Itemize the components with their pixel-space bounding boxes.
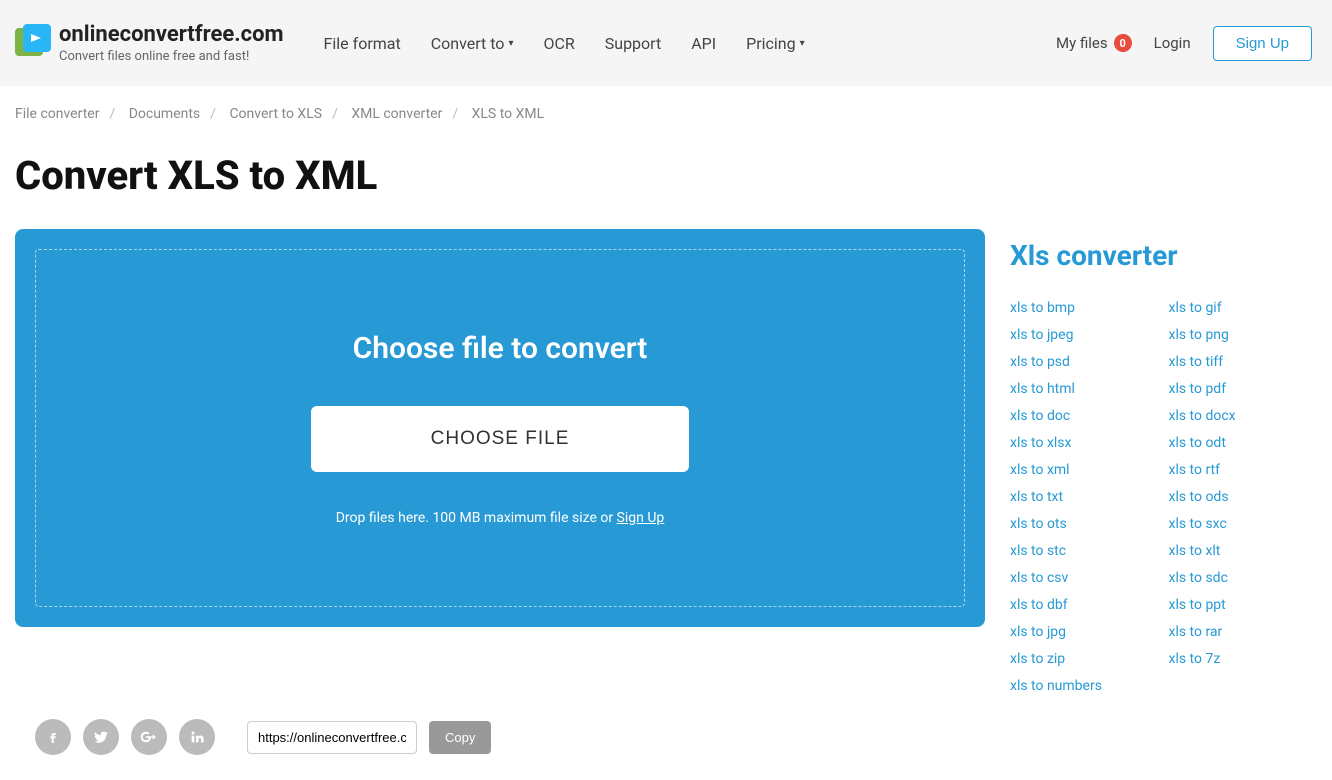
breadcrumb-item[interactable]: Convert to XLS [229, 106, 322, 122]
sidebar-link[interactable] [1169, 678, 1318, 694]
chevron-down-icon: ▾ [800, 38, 805, 49]
sidebar-link[interactable]: xls to tiff [1169, 354, 1318, 370]
sidebar-link[interactable]: xls to psd [1010, 354, 1159, 370]
nav-convert-to[interactable]: Convert to▾ [431, 34, 514, 53]
sidebar-link[interactable]: xls to png [1169, 327, 1318, 343]
breadcrumb: File converter/ Documents/ Convert to XL… [0, 86, 1332, 132]
sidebar-link[interactable]: xls to xlsx [1010, 435, 1159, 451]
share-url-input[interactable] [247, 721, 417, 754]
copy-button[interactable]: Copy [429, 721, 491, 754]
signup-hint-link[interactable]: Sign Up [617, 510, 665, 526]
nav-ocr[interactable]: OCR [543, 34, 574, 53]
twitter-icon[interactable] [83, 719, 119, 755]
sidebar-link[interactable]: xls to numbers [1010, 678, 1159, 694]
nav-api[interactable]: API [691, 34, 716, 53]
nav-pricing[interactable]: Pricing▾ [746, 34, 805, 53]
chevron-down-icon: ▾ [508, 38, 513, 49]
sidebar-link[interactable]: xls to xml [1010, 462, 1159, 478]
sidebar-link[interactable]: xls to pdf [1169, 381, 1318, 397]
sidebar-link[interactable]: xls to sxc [1169, 516, 1318, 532]
googleplus-icon[interactable] [131, 719, 167, 755]
logo-tagline: Convert files online free and fast! [59, 49, 284, 64]
sidebar-link[interactable]: xls to xlt [1169, 543, 1318, 559]
site-header: onlineconvertfree.com Convert files onli… [0, 0, 1332, 86]
breadcrumb-item[interactable]: XML converter [351, 106, 442, 122]
logo[interactable]: onlineconvertfree.com Convert files onli… [15, 22, 284, 64]
sidebar-link[interactable]: xls to rar [1169, 624, 1318, 640]
dropzone-inner: Choose file to convert CHOOSE FILE Drop … [35, 249, 965, 607]
my-files-link[interactable]: My files 0 [1056, 34, 1132, 52]
logo-icon [15, 24, 51, 60]
sidebar-links: xls to bmp xls to gif xls to jpeg xls to pn… [1010, 300, 1317, 694]
sidebar-link[interactable]: xls to rtf [1169, 462, 1318, 478]
page-title: Convert XLS to XML [0, 132, 1332, 229]
breadcrumb-item[interactable]: Documents [129, 106, 200, 122]
sidebar-link[interactable]: xls to zip [1010, 651, 1159, 667]
breadcrumb-item: XLS to XML [472, 106, 545, 122]
signup-button[interactable]: Sign Up [1213, 26, 1312, 61]
sidebar-link[interactable]: xls to ods [1169, 489, 1318, 505]
logo-name: onlineconvertfree.com [59, 22, 284, 47]
user-nav: My files 0 Login Sign Up [1056, 26, 1312, 61]
sidebar: Xls converter xls to bmpxls to gifxls to… [1010, 229, 1317, 694]
choose-file-button[interactable]: CHOOSE FILE [311, 406, 690, 472]
sidebar-link[interactable]: xls to dbf [1010, 597, 1159, 613]
sidebar-link[interactable]: xls to jpeg [1010, 327, 1159, 343]
sidebar-link[interactable]: xls to ots [1010, 516, 1159, 532]
sidebar-link[interactable]: xls to ppt [1169, 597, 1318, 613]
sidebar-link[interactable]: xls to bmp [1010, 300, 1159, 316]
sidebar-link[interactable]: xls to txt [1010, 489, 1159, 505]
file-dropzone[interactable]: Choose file to convert CHOOSE FILE Drop … [15, 229, 985, 627]
breadcrumb-item[interactable]: File converter [15, 106, 99, 122]
sidebar-link[interactable]: xls to gif [1169, 300, 1318, 316]
sidebar-link[interactable]: xls to csv [1010, 570, 1159, 586]
sidebar-link[interactable]: xls to odt [1169, 435, 1318, 451]
main-nav: File format Convert to▾ OCR Support API … [324, 34, 1057, 53]
sidebar-link[interactable]: xls to html [1010, 381, 1159, 397]
linkedin-icon[interactable] [179, 719, 215, 755]
sidebar-link[interactable]: xls to stc [1010, 543, 1159, 559]
sidebar-link[interactable]: xls to 7z [1169, 651, 1318, 667]
sidebar-link[interactable]: xls to jpg [1010, 624, 1159, 640]
facebook-icon[interactable] [35, 719, 71, 755]
nav-support[interactable]: Support [605, 34, 661, 53]
sidebar-title: Xls converter [1010, 239, 1317, 272]
my-files-badge: 0 [1114, 34, 1132, 52]
sidebar-link[interactable]: xls to doc [1010, 408, 1159, 424]
dropzone-hint: Drop files here. 100 MB maximum file siz… [336, 510, 665, 526]
share-row: Copy [0, 694, 1332, 780]
sidebar-link[interactable]: xls to docx [1169, 408, 1318, 424]
login-link[interactable]: Login [1154, 34, 1191, 52]
dropzone-title: Choose file to convert [353, 331, 648, 366]
nav-file-format[interactable]: File format [324, 34, 401, 53]
sidebar-link[interactable]: xls to sdc [1169, 570, 1318, 586]
